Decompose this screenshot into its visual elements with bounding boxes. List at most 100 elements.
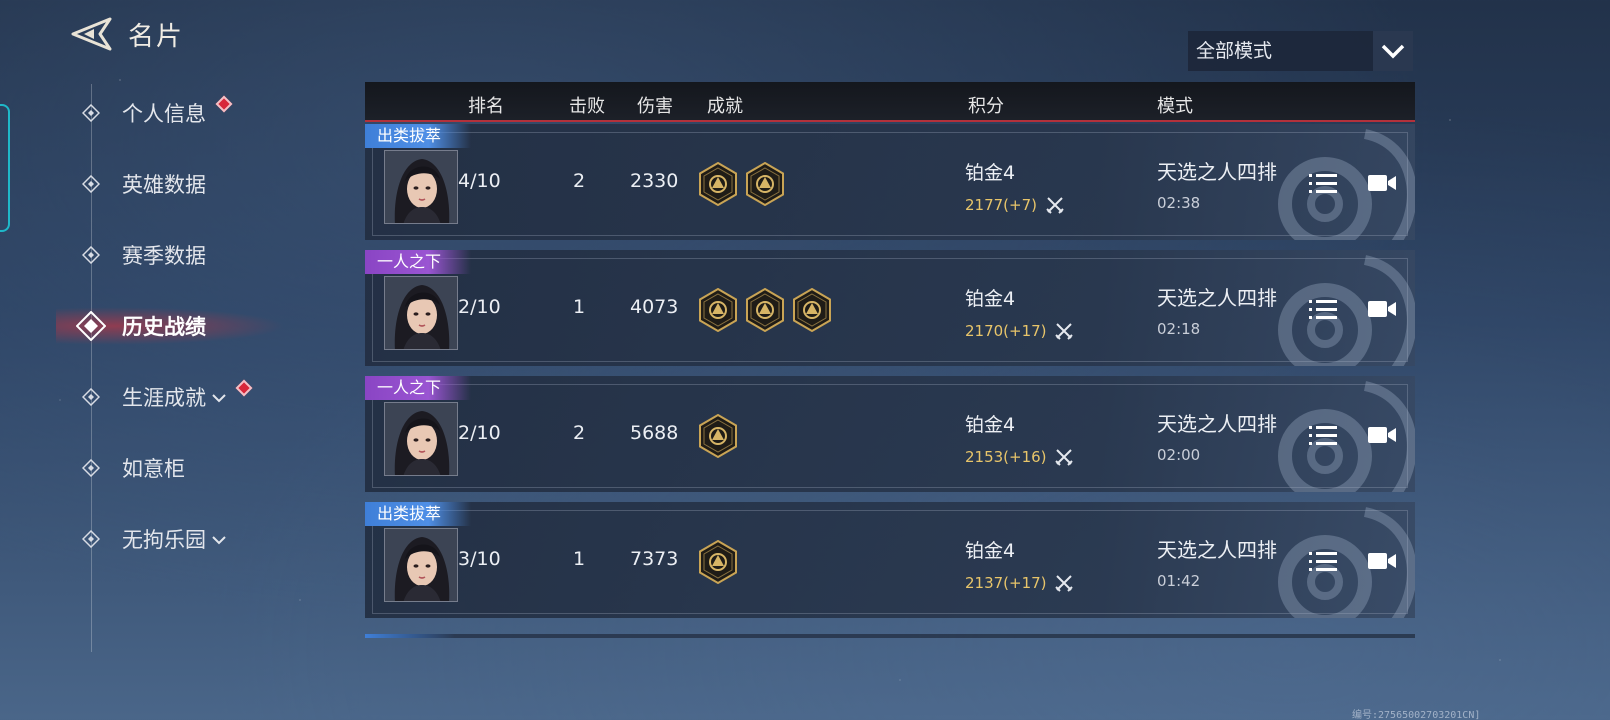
rank-tier: 铂金4: [965, 540, 1016, 562]
column-kills: 击败: [569, 96, 605, 117]
table-header: 排名 击败 伤害 成就 积分 模式: [365, 82, 1415, 122]
placement-badge: 一人之下: [365, 250, 472, 274]
game-mode: 天选之人四排: [1157, 412, 1277, 436]
placement-badge: 出类拔萃: [365, 124, 472, 148]
sidebar-item-label: 英雄数据: [122, 173, 206, 197]
diamond-icon: [76, 98, 106, 128]
mode-filter-value: 全部模式: [1196, 40, 1273, 62]
crossed-swords-icon: [1055, 323, 1073, 340]
sidebar-item-profile[interactable]: 个人信息: [76, 88, 306, 138]
match-duration: 02:00: [1157, 446, 1201, 464]
column-score: 积分: [968, 96, 1004, 117]
sidebar-item-wardrobe[interactable]: 如意柜: [76, 443, 306, 493]
match-duration: 02:18: [1157, 320, 1201, 338]
mode-filter-dropdown[interactable]: 全部模式: [1188, 31, 1413, 71]
rank-tier: 铂金4: [965, 162, 1016, 184]
achievement-badge-icon[interactable]: [698, 162, 738, 206]
rank-value: 4/10: [458, 170, 501, 192]
achievement-badge-icon[interactable]: [745, 162, 785, 206]
details-list-icon[interactable]: [1309, 550, 1337, 574]
rank-value: 2/10: [458, 422, 501, 444]
diamond-icon: [76, 311, 106, 341]
hero-avatar[interactable]: [384, 276, 458, 350]
table-row[interactable]: 一人之下 2/10 1 4073 铂金4 2170(+17) 天选之人四排 02…: [365, 250, 1415, 366]
column-achievements: 成就: [707, 96, 743, 117]
placement-badge: 出类拔萃: [365, 502, 472, 526]
chevron-down-icon[interactable]: [1373, 31, 1413, 71]
sidebar-item-paradise[interactable]: 无拘乐园: [76, 514, 306, 564]
side-panel-handle[interactable]: [0, 104, 10, 232]
table-row[interactable]: 出类拔萃 4/10 2 2330 铂金4 2177(+7) 天选之人四排 02:…: [365, 124, 1415, 240]
table-row[interactable]: 一人之下 2/10 2 5688 铂金4 2153(+16) 天选之人四排 02…: [365, 376, 1415, 492]
match-history-table: 排名 击败 伤害 成就 积分 模式 出类拔萃 4/10 2 2330 铂金4 2…: [365, 82, 1415, 638]
crossed-swords-icon: [1055, 575, 1073, 592]
kills-value: 1: [573, 296, 586, 318]
sidebar-item-season-data[interactable]: 赛季数据: [76, 230, 306, 280]
hero-avatar[interactable]: [384, 150, 458, 224]
game-mode: 天选之人四排: [1157, 160, 1277, 184]
score-change: 2137(+17): [965, 574, 1047, 592]
achievement-badge-icon[interactable]: [698, 288, 738, 332]
details-list-icon[interactable]: [1309, 424, 1337, 448]
rank-value: 2/10: [458, 296, 501, 318]
score-change: 2177(+7): [965, 196, 1037, 214]
sidebar-item-hero-data[interactable]: 英雄数据: [76, 159, 306, 209]
sidebar-item-label: 无拘乐园: [122, 528, 206, 552]
column-damage: 伤害: [637, 96, 673, 117]
diamond-icon: [76, 240, 106, 270]
sidebar-item-label: 生涯成就: [122, 386, 206, 410]
diamond-icon: [76, 524, 106, 554]
back-arrow-icon[interactable]: [70, 16, 112, 52]
notification-dot: [235, 379, 253, 397]
damage-value: 2330: [630, 170, 679, 192]
sidebar-item-label: 历史战绩: [122, 315, 206, 339]
notification-dot: [215, 95, 233, 113]
achievement-badge-icon[interactable]: [698, 414, 738, 458]
replay-video-icon[interactable]: [1368, 173, 1396, 193]
diamond-icon: [76, 453, 106, 483]
page-title: 名片: [128, 22, 185, 52]
achievement-badge-icon[interactable]: [745, 288, 785, 332]
sidebar-item-career-achievements[interactable]: 生涯成就: [76, 372, 306, 422]
column-rank: 排名: [468, 96, 504, 117]
sidebar-item-match-history[interactable]: 历史战绩: [56, 301, 306, 351]
details-list-icon[interactable]: [1309, 172, 1337, 196]
achievement-badge-icon[interactable]: [698, 540, 738, 584]
match-duration: 01:42: [1157, 572, 1201, 590]
kills-value: 2: [573, 422, 586, 444]
rank-value: 3/10: [458, 548, 501, 570]
damage-value: 7373: [630, 548, 679, 570]
chevron-down-icon: [212, 530, 226, 549]
sidebar-item-label: 如意柜: [122, 457, 185, 481]
diamond-icon: [76, 382, 106, 412]
table-row[interactable]: 出类拔萃 3/10 1 7373 铂金4 2137(+17) 天选之人四排 01…: [365, 502, 1415, 618]
column-mode: 模式: [1157, 96, 1193, 117]
hero-avatar[interactable]: [384, 528, 458, 602]
rank-tier: 铂金4: [965, 288, 1016, 310]
sidebar-item-label: 个人信息: [122, 102, 206, 126]
achievement-badge-icon[interactable]: [792, 288, 832, 332]
score-change: 2170(+17): [965, 322, 1047, 340]
crossed-swords-icon: [1055, 449, 1073, 466]
replay-video-icon[interactable]: [1368, 299, 1396, 319]
placement-badge: 一人之下: [365, 376, 472, 400]
game-mode: 天选之人四排: [1157, 286, 1277, 310]
replay-video-icon[interactable]: [1368, 551, 1396, 571]
hero-avatar[interactable]: [384, 402, 458, 476]
kills-value: 2: [573, 170, 586, 192]
serial-number: 编号:27565002703201CN]: [1352, 710, 1481, 720]
sidebar-item-label: 赛季数据: [122, 244, 206, 268]
damage-value: 5688: [630, 422, 679, 444]
replay-video-icon[interactable]: [1368, 425, 1396, 445]
crossed-swords-icon: [1046, 197, 1064, 214]
diamond-icon: [76, 169, 106, 199]
rank-tier: 铂金4: [965, 414, 1016, 436]
match-duration: 02:38: [1157, 194, 1201, 212]
score-change: 2153(+16): [965, 448, 1047, 466]
chevron-down-icon: [212, 388, 226, 407]
table-row: [365, 634, 1415, 638]
details-list-icon[interactable]: [1309, 298, 1337, 322]
kills-value: 1: [573, 548, 586, 570]
damage-value: 4073: [630, 296, 679, 318]
game-mode: 天选之人四排: [1157, 538, 1277, 562]
